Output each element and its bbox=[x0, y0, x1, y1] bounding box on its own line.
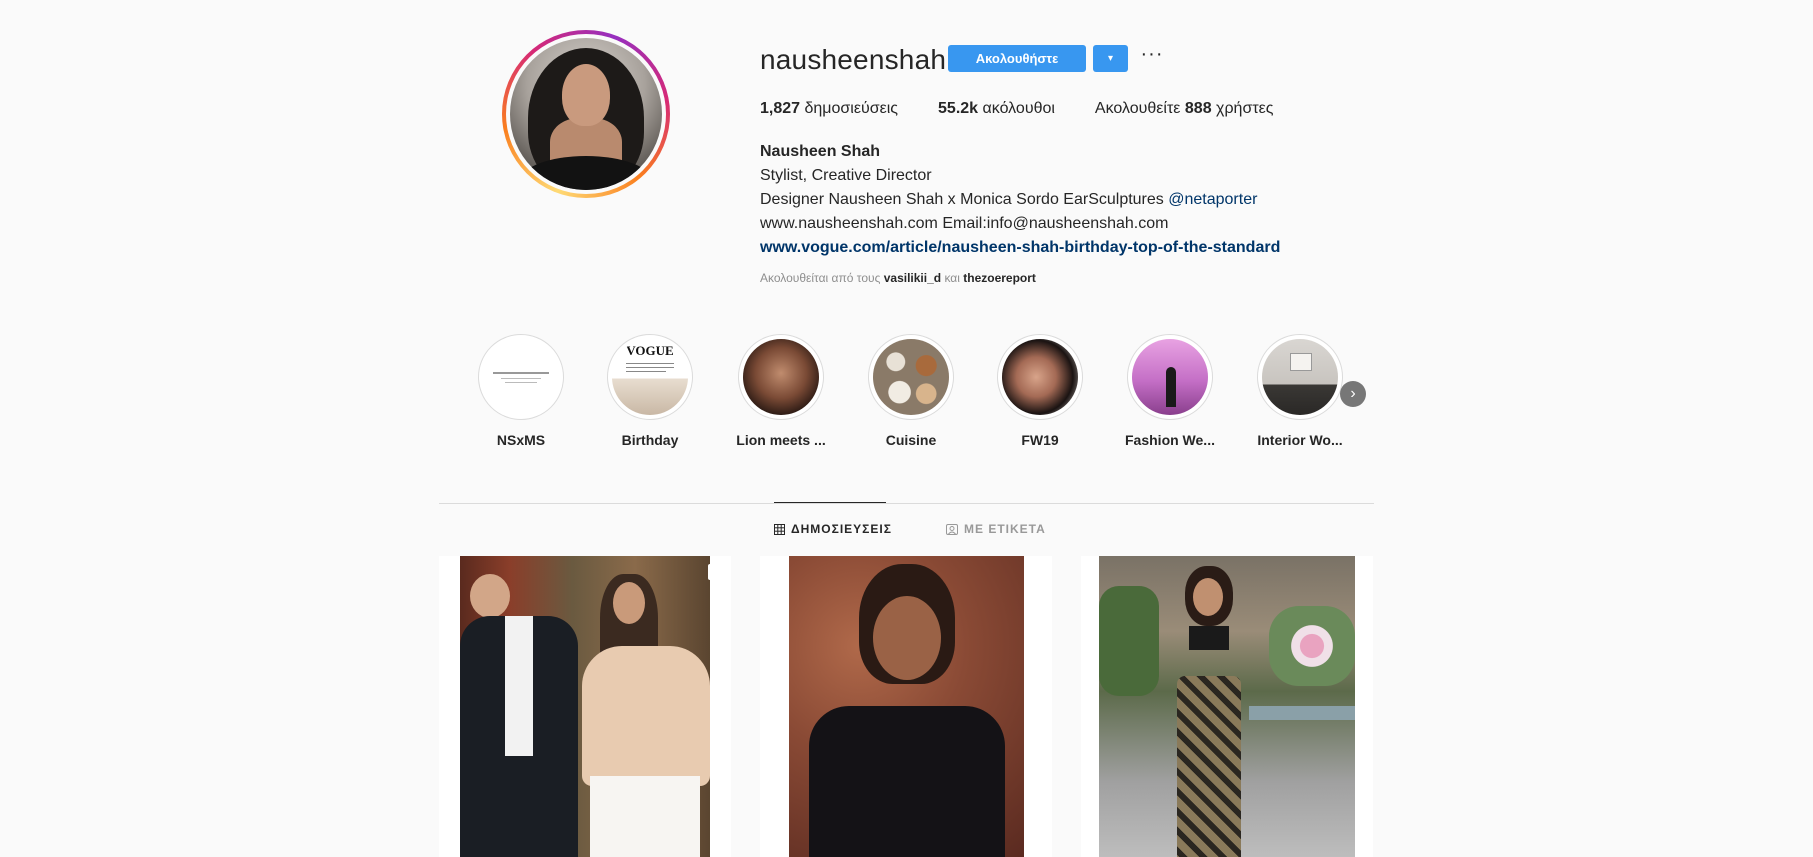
followed-by-user-2[interactable]: thezoereport bbox=[963, 271, 1036, 285]
highlight-image: VOGUE bbox=[612, 339, 688, 415]
highlight-cover bbox=[478, 334, 564, 420]
highlight-item[interactable]: NSxMS bbox=[456, 334, 586, 448]
bio-website-link[interactable]: www.vogue.com/article/nausheen-shah-birt… bbox=[760, 236, 1280, 260]
highlight-label: Fashion We... bbox=[1125, 432, 1215, 448]
followed-by: Ακολουθείται από τους vasilikii_d και th… bbox=[760, 271, 1036, 285]
post-image bbox=[1099, 556, 1355, 857]
highlight-image bbox=[1002, 339, 1078, 415]
highlight-label: Lion meets ... bbox=[736, 432, 826, 448]
followers-stat[interactable]: 55.2k ακόλουθοι bbox=[938, 100, 1055, 118]
suggestions-dropdown-button[interactable]: ▾ bbox=[1093, 45, 1128, 72]
following-count: 888 bbox=[1184, 100, 1212, 117]
bio-mention-link[interactable]: @netaporter bbox=[1168, 191, 1257, 208]
followed-by-joiner: και bbox=[944, 271, 960, 285]
vogue-cover-text: VOGUE bbox=[626, 343, 674, 358]
highlights-next-button[interactable]: › bbox=[1340, 381, 1366, 407]
highlight-item[interactable]: FW19 bbox=[975, 334, 1105, 448]
highlight-label: NSxMS bbox=[496, 432, 546, 448]
highlight-cover bbox=[1257, 334, 1343, 420]
highlight-item[interactable]: Lion meets ... bbox=[716, 334, 846, 448]
posts-label: δημοσιεύσεις bbox=[804, 100, 899, 117]
followers-label: ακόλουθοι bbox=[982, 100, 1055, 117]
follow-button[interactable]: Ακολουθήστε bbox=[948, 45, 1086, 72]
tab-tagged-label: ΜΕ ΕΤΙΚΕΤΑ bbox=[964, 522, 1046, 536]
bio-line-2: Designer Nausheen Shah x Monica Sordo Ea… bbox=[760, 188, 1280, 212]
multiple-photos-icon bbox=[1029, 564, 1045, 580]
highlight-label: Cuisine bbox=[885, 432, 937, 448]
highlight-label: FW19 bbox=[1021, 432, 1059, 448]
post-thumbnail[interactable] bbox=[439, 556, 731, 857]
bio-line-1: Stylist, Creative Director bbox=[760, 167, 932, 184]
chevron-right-icon: › bbox=[1350, 385, 1356, 402]
bio-line-2-text: Designer Nausheen Shah x Monica Sordo Ea… bbox=[760, 191, 1164, 208]
post-thumbnail[interactable] bbox=[1081, 556, 1373, 857]
highlight-label: Interior Wo... bbox=[1257, 432, 1343, 448]
highlight-image bbox=[743, 339, 819, 415]
following-suffix: χρήστες bbox=[1216, 100, 1274, 117]
ellipsis-icon: ··· bbox=[1140, 42, 1164, 65]
tab-tagged[interactable]: ΜΕ ΕΤΙΚΕΤΑ bbox=[946, 522, 1046, 536]
profile-avatar[interactable] bbox=[502, 30, 670, 198]
highlight-label: Birthday bbox=[621, 432, 679, 448]
profile-username: nausheenshah bbox=[760, 44, 947, 75]
post-thumbnail[interactable] bbox=[760, 556, 1052, 857]
tab-posts[interactable]: ΔΗΜΟΣΙΕΥΣΕΙΣ bbox=[774, 522, 892, 536]
chevron-down-icon: ▾ bbox=[1107, 53, 1114, 64]
post-image bbox=[789, 556, 1024, 857]
post-image bbox=[460, 556, 710, 857]
highlight-item[interactable]: Cuisine bbox=[846, 334, 976, 448]
tab-posts-label: ΔΗΜΟΣΙΕΥΣΕΙΣ bbox=[791, 522, 892, 536]
grid-icon bbox=[774, 523, 785, 535]
highlight-cover bbox=[738, 334, 824, 420]
bio-line-3: www.nausheenshah.com Email:info@nausheen… bbox=[760, 215, 1169, 232]
avatar-story-ring bbox=[506, 34, 666, 194]
multiple-photos-icon bbox=[708, 564, 724, 580]
profile-bio: Nausheen Shah Stylist, Creative Director… bbox=[760, 140, 1280, 260]
profile-full-name: Nausheen Shah bbox=[760, 143, 881, 160]
highlight-image bbox=[873, 339, 949, 415]
highlight-item[interactable]: VOGUE Birthday bbox=[585, 334, 715, 448]
tagged-icon bbox=[946, 523, 958, 535]
highlight-cover: VOGUE bbox=[607, 334, 693, 420]
highlight-image bbox=[1132, 339, 1208, 415]
highlight-image bbox=[483, 339, 559, 415]
tabs-divider bbox=[439, 503, 1374, 504]
posts-stat: 1,827 δημοσιεύσεις bbox=[760, 100, 898, 118]
following-prefix: Ακολουθείτε bbox=[1094, 100, 1181, 117]
more-options-button[interactable]: ··· bbox=[1140, 42, 1164, 66]
following-stat[interactable]: Ακολουθείτε 888 χρήστες bbox=[1095, 100, 1274, 118]
highlight-cover bbox=[997, 334, 1083, 420]
followed-by-prefix: Ακολουθείται από τους bbox=[760, 271, 881, 285]
followers-count: 55.2k bbox=[938, 100, 979, 117]
highlight-cover bbox=[1127, 334, 1213, 420]
avatar-photo bbox=[510, 38, 662, 190]
posts-count: 1,827 bbox=[760, 100, 801, 117]
followed-by-user-1[interactable]: vasilikii_d bbox=[884, 271, 941, 285]
highlight-image bbox=[1262, 339, 1338, 415]
highlight-item[interactable]: Fashion We... bbox=[1105, 334, 1235, 448]
profile-stats: 1,827 δημοσιεύσεις 55.2k ακόλουθοι Ακολο… bbox=[760, 100, 1313, 118]
active-tab-indicator bbox=[774, 502, 886, 503]
highlight-cover bbox=[868, 334, 954, 420]
